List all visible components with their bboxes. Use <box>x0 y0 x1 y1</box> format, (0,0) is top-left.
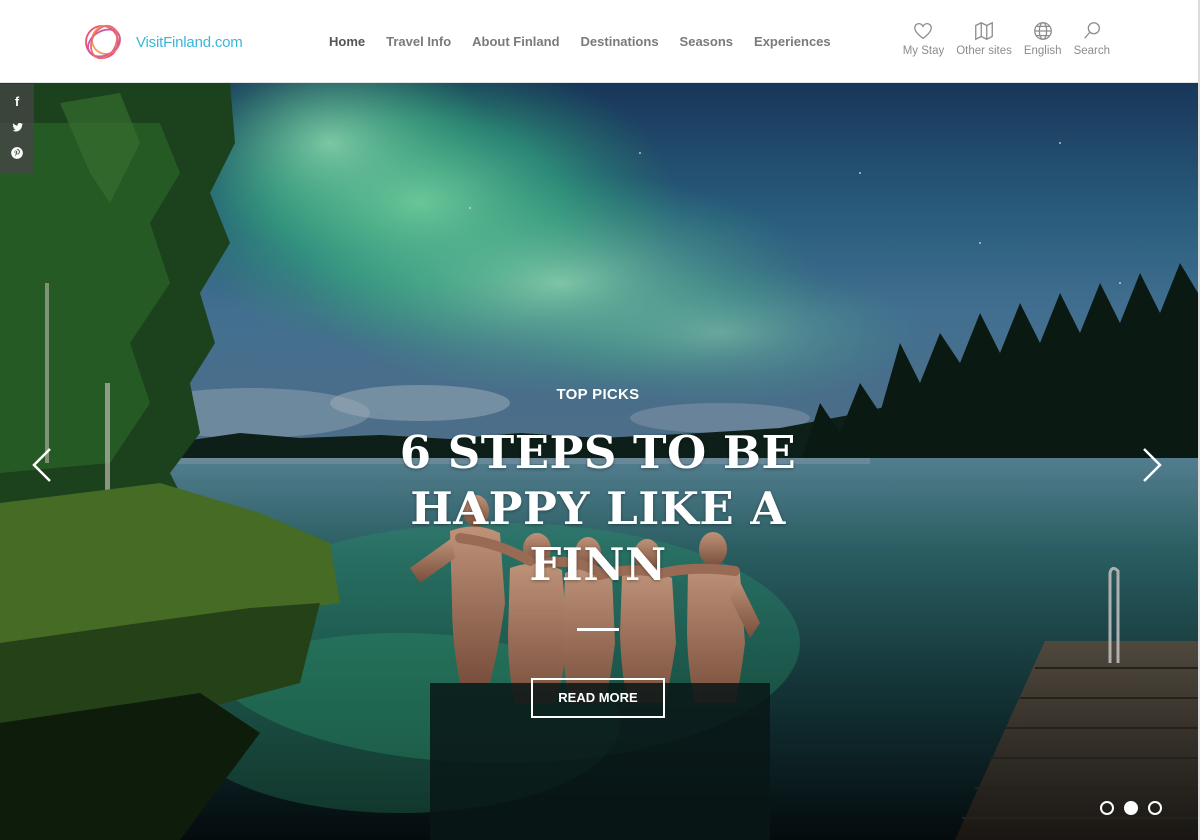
carousel-prev-button[interactable] <box>28 445 58 485</box>
search-icon <box>1083 22 1100 39</box>
facebook-icon[interactable]: f <box>7 90 27 112</box>
chevron-left-icon <box>32 448 51 482</box>
language-button[interactable]: English <box>1024 20 1062 57</box>
read-more-button[interactable]: READ MORE <box>531 678 665 718</box>
nav-travel-info[interactable]: Travel Info <box>386 34 451 49</box>
main-nav: Home Travel Info About Finland Destinati… <box>329 34 852 49</box>
social-share-bar: f <box>0 84 34 174</box>
pinterest-p-icon <box>11 147 23 159</box>
site-header: VisitFinland.com Home Travel Info About … <box>0 0 1200 83</box>
hero-eyebrow: TOP PICKS <box>556 386 640 403</box>
carousel-dot-3[interactable] <box>1148 801 1162 815</box>
carousel-pagination <box>1100 801 1172 815</box>
nav-destinations[interactable]: Destinations <box>581 34 659 49</box>
other-sites-button[interactable]: Other sites <box>956 20 1012 57</box>
nav-experiences[interactable]: Experiences <box>754 34 831 49</box>
chevron-right-icon <box>1143 448 1162 482</box>
nav-home[interactable]: Home <box>329 34 365 49</box>
facebook-glyph: f <box>14 93 20 109</box>
pinterest-icon[interactable] <box>7 142 27 164</box>
hero-divider <box>577 628 619 631</box>
hero-carousel: TOP PICKS 6 STEPS TO BE HAPPY LIKE A FIN… <box>0 83 1198 840</box>
heart-icon <box>914 23 933 40</box>
twitter-bird-icon <box>11 122 23 131</box>
map-icon <box>975 21 993 41</box>
site-logo[interactable]: VisitFinland.com <box>80 18 243 66</box>
my-stay-button[interactable]: My Stay <box>902 20 945 57</box>
nav-about-finland[interactable]: About Finland <box>472 34 559 49</box>
language-label: English <box>1023 45 1062 57</box>
logo-text: VisitFinland.com <box>136 33 243 51</box>
logo-mark-icon <box>85 24 121 60</box>
my-stay-label: My Stay <box>902 45 945 57</box>
search-label: Search <box>1073 45 1110 57</box>
carousel-dot-2[interactable] <box>1124 801 1138 815</box>
hero-headline: 6 STEPS TO BE HAPPY LIKE A FINN <box>399 426 797 591</box>
utility-nav: My Stay Other sites English Search <box>891 20 1110 57</box>
search-button[interactable]: Search <box>1074 20 1110 57</box>
other-sites-label: Other sites <box>956 45 1012 57</box>
carousel-dot-1[interactable] <box>1100 801 1114 815</box>
hero-caption: TOP PICKS 6 STEPS TO BE HAPPY LIKE A FIN… <box>340 386 856 718</box>
twitter-icon[interactable] <box>7 116 27 138</box>
carousel-next-button[interactable] <box>1136 445 1166 485</box>
nav-seasons[interactable]: Seasons <box>680 34 733 49</box>
globe-icon <box>1033 22 1052 40</box>
